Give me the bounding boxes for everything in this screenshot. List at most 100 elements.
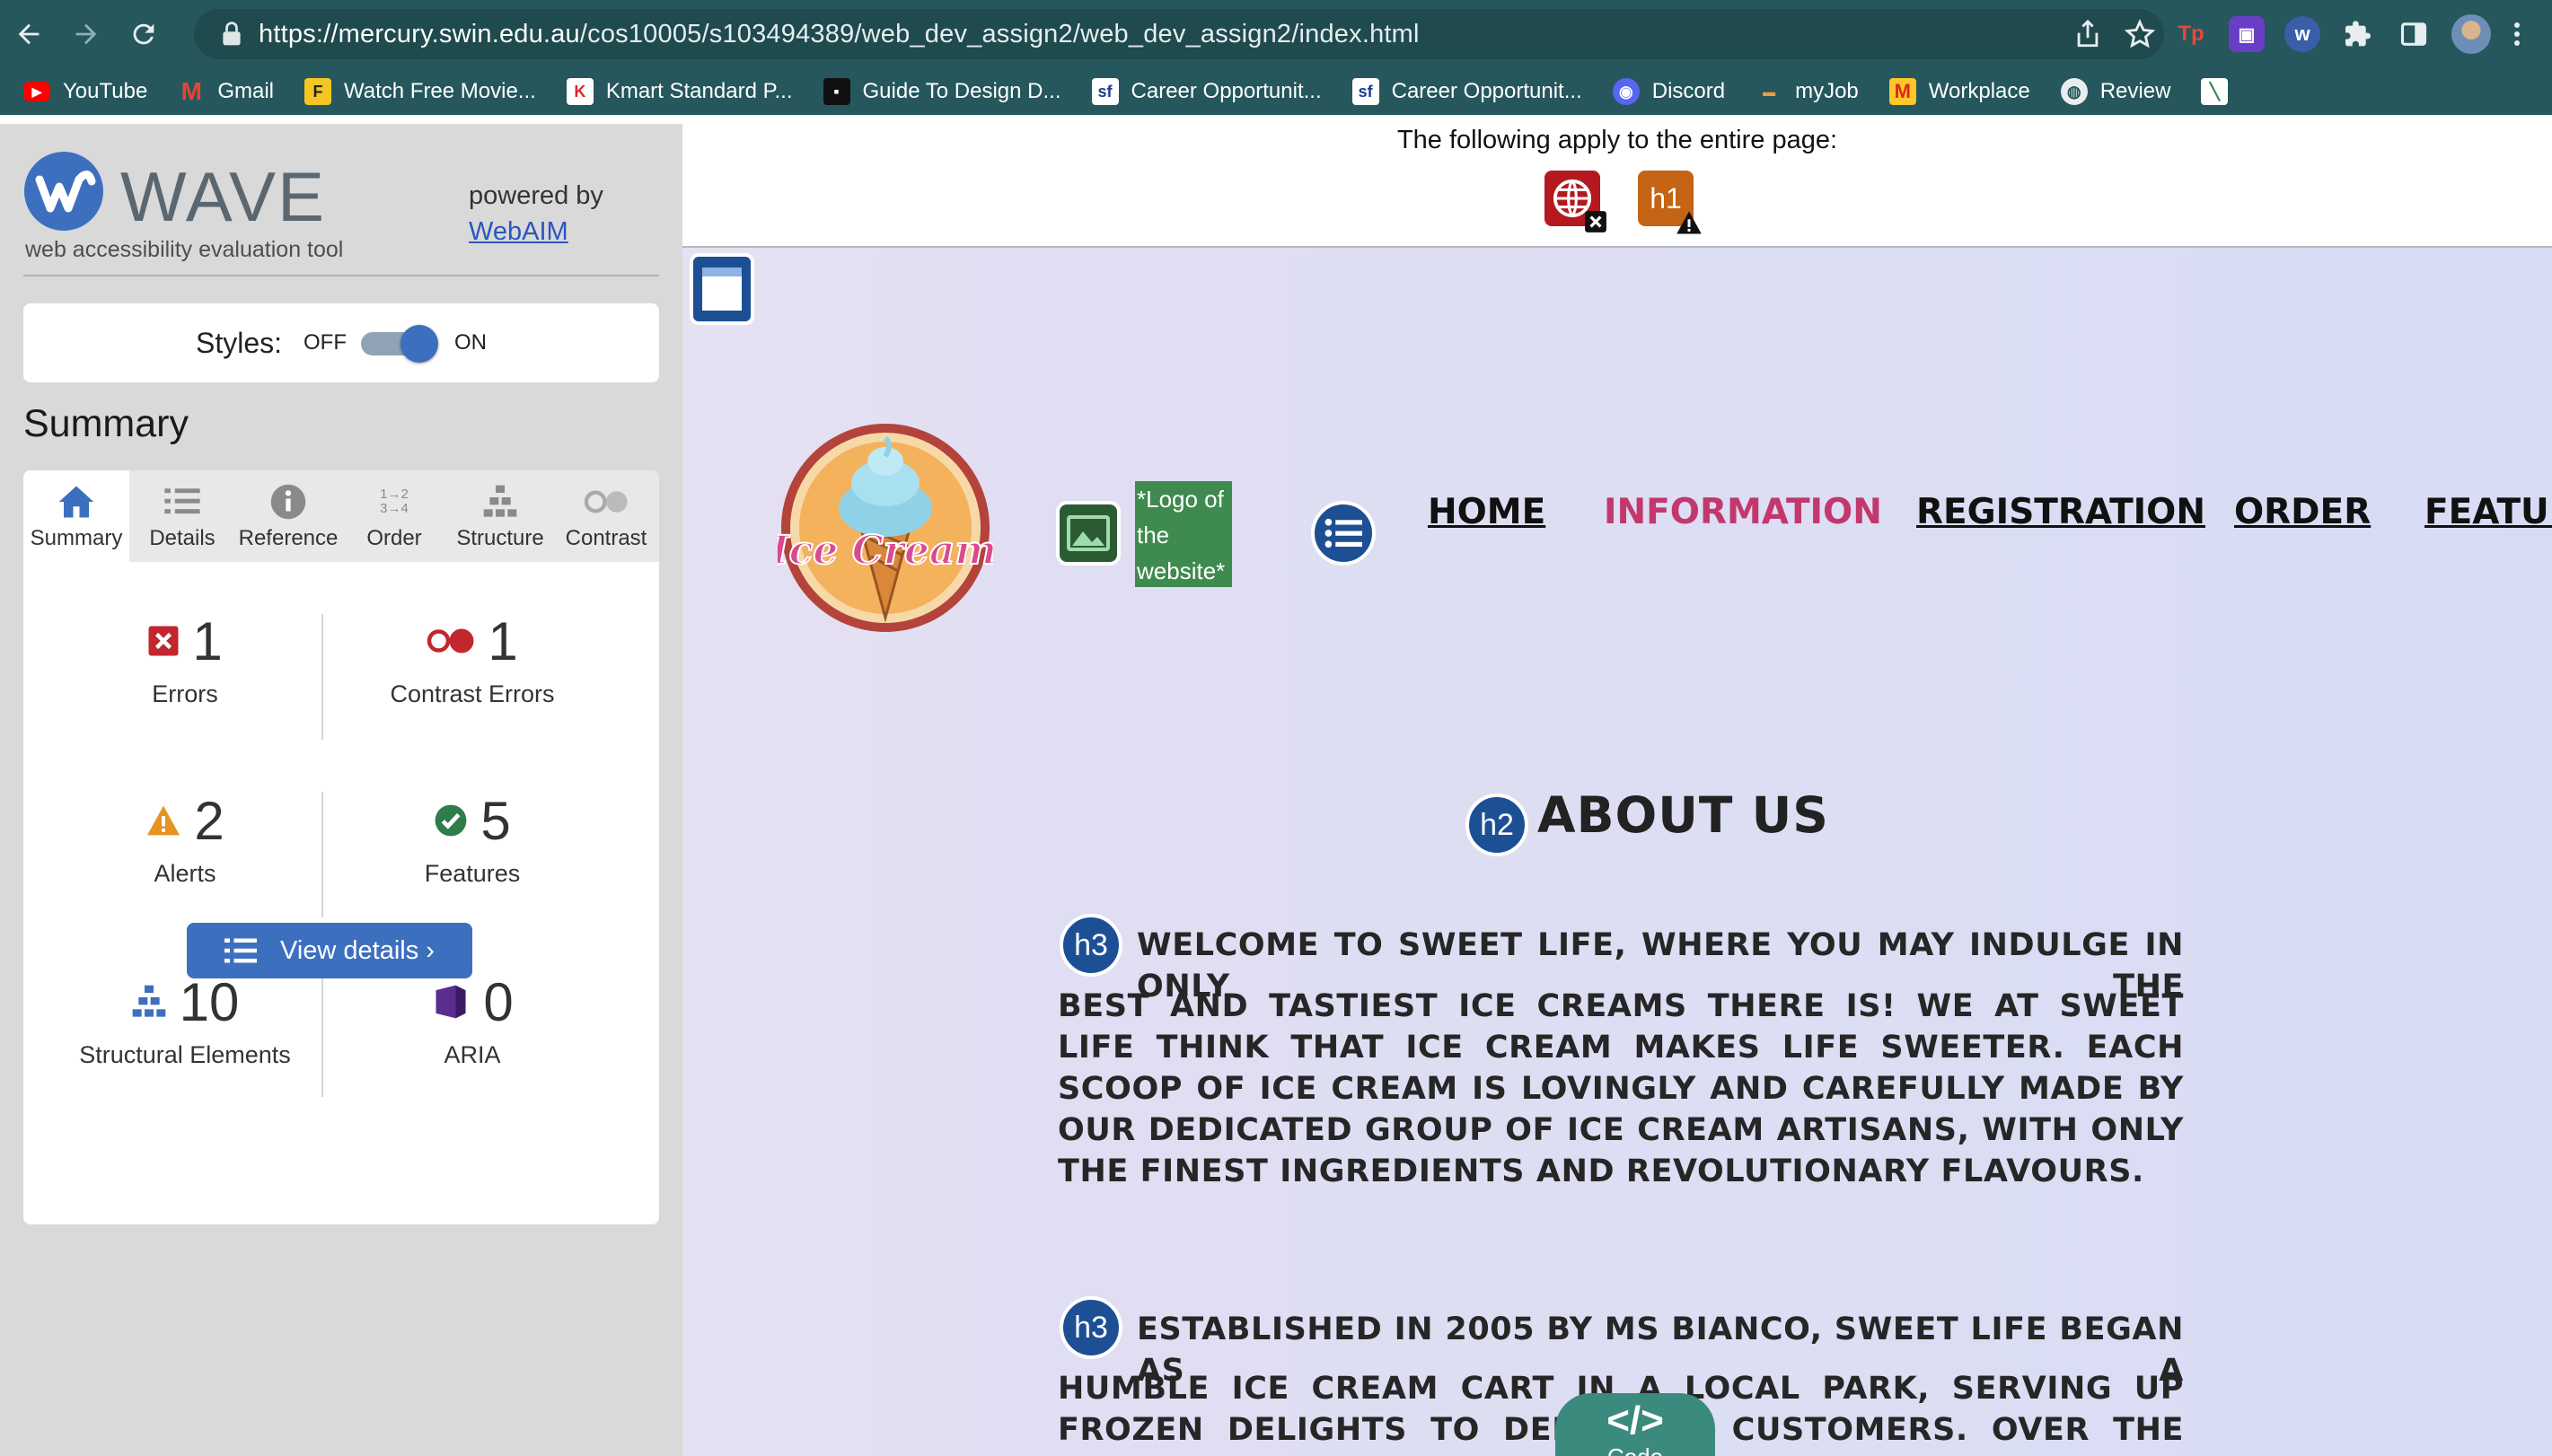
wave-sidebar: WAVE web accessibility evaluation tool p… [0,124,682,1456]
tab-contrast[interactable]: Contrast [553,470,659,562]
forward-arrow-icon [75,23,97,45]
address-bar[interactable]: https://mercury.swin.edu.au/cos10005/s10… [194,9,2164,59]
extensions-puzzle-icon[interactable] [2340,16,2376,52]
home-icon [57,481,95,522]
nav-registration[interactable]: REGISTRATION [1916,492,2205,532]
order-icon: 1→2 3→4 [380,487,409,516]
h3-icon[interactable]: h3 [1060,1296,1122,1359]
stat-contrast-errors[interactable]: 1 Contrast Errors [329,605,616,749]
code-icon: </> [1606,1399,1664,1443]
view-details-button[interactable]: View details › [187,923,472,978]
wave-logo-icon [24,152,103,231]
styles-toggle[interactable] [361,325,440,363]
stat-errors[interactable]: 1 Errors [41,605,329,749]
mcdonalds-icon: M [1888,78,1916,105]
bookmark-career-1[interactable]: sf Career Opportunit... [1091,78,1322,105]
tp-extension-icon[interactable]: Tp [2173,16,2209,52]
bookmark-myjob[interactable]: ▬ myJob [1756,78,1859,105]
summary-heading: Summary [23,402,189,445]
wave-extension-icon[interactable]: w [2284,16,2320,52]
page-level-annotations: The following apply to the entire page: … [682,115,2552,248]
wave-tabs: Summary Details Reference 1→2 3→4 Order [23,470,659,562]
chrome-menu-icon[interactable] [2511,16,2523,52]
h3-icon[interactable]: h3 [1060,914,1122,977]
bookmark-discord[interactable]: ◉ Discord [1612,78,1725,105]
wave-logo[interactable] [23,151,104,232]
missing-h1-alert-icon[interactable]: h1 [1638,171,1702,234]
bookmark-star-icon[interactable] [2125,19,2155,49]
list-icon [164,481,200,522]
powered-by-text: powered by [469,181,603,210]
document-structure-icon[interactable] [690,253,754,325]
forward-button[interactable] [57,0,115,68]
tab-order[interactable]: 1→2 3→4 Order [341,470,447,562]
tab-summary[interactable]: Summary [23,470,129,562]
contrast-error-icon [427,628,474,653]
details-list-icon [224,938,258,963]
ice-cream-logo: Ice Cream [778,424,993,632]
language-error-icon[interactable] [1544,171,1606,232]
kmart-icon: K [566,78,594,105]
discord-icon: ◉ [1612,78,1640,105]
reload-button[interactable] [115,0,172,68]
youtube-icon: ▶ [23,82,50,101]
styles-label: Styles: [195,326,283,359]
about-us-heading: ABOUT US [1537,786,1829,844]
stat-alerts[interactable]: 2 Alerts [41,785,329,928]
webaim-link[interactable]: WebAIM [469,217,568,246]
nav-features[interactable]: FEATUR [2424,492,2552,532]
nav-information[interactable]: INFORMATION [1604,492,1882,532]
share-icon[interactable] [2074,19,2101,49]
gmail-icon: M [180,77,202,105]
tab-structure[interactable]: Structure [447,470,553,562]
nav-home[interactable]: HOME [1428,492,1545,532]
side-panel-icon[interactable] [2396,16,2432,52]
divider [23,275,659,276]
h2-icon[interactable]: h2 [1465,794,1528,856]
bookmark-workplace[interactable]: M Workplace [1888,78,2030,105]
wave-title: WAVE [120,157,327,236]
bookmark-extra[interactable]: ╲ [2201,78,2240,105]
image-alt-icon[interactable] [1056,501,1121,566]
code-panel-toggle[interactable]: </> Code [1555,1393,1715,1456]
stat-aria[interactable]: 0 ARIA [329,966,616,1110]
evaluated-page: The following apply to the entire page: … [682,115,2552,1456]
info-icon [269,481,307,522]
bookmark-watch-free-movies[interactable]: F Watch Free Movie... [304,78,536,105]
image-alt-text: *Logo of the website* [1135,481,1232,587]
bookmark-youtube[interactable]: ▶ YouTube [23,79,147,104]
podcast-extension-icon[interactable]: ▣ [2229,16,2265,52]
styles-toggle-box: Styles: OFF ON [23,303,659,382]
summary-panel: Summary Details Reference 1→2 3→4 Order [23,470,659,1224]
url-text[interactable]: https://mercury.swin.edu.au/cos10005/s10… [259,20,1420,49]
nav-order[interactable]: ORDER [2234,492,2371,532]
lock-icon[interactable] [214,22,250,47]
bookmark-gmail[interactable]: M Gmail [178,77,274,105]
alert-icon [147,805,180,836]
stat-features[interactable]: 5 Features [329,785,616,928]
bookmarks-bar: ▶ YouTube M Gmail F Watch Free Movie... K Km… [0,68,2552,115]
wave-subtitle: web accessibility evaluation tool [25,237,344,262]
bookmark-career-2[interactable]: sf Career Opportunit... [1351,78,1582,105]
tab-details[interactable]: Details [129,470,235,562]
movie-site-icon: F [304,78,331,105]
stat-structural-elements[interactable]: 10 Structural Elements [41,966,329,1110]
unordered-list-icon[interactable] [1311,501,1376,566]
profile-avatar[interactable] [2451,14,2491,54]
career-site-icon: sf [1351,78,1379,105]
about-paragraph-1: BEST AND TASTIEST ICE CREAMS THERE IS! W… [1058,988,2184,1189]
bookmark-guide-to-design[interactable]: ▪ Guide To Design D... [823,78,1061,105]
sheet-icon: ╲ [2201,78,2229,105]
bookmark-kmart[interactable]: K Kmart Standard P... [566,78,793,105]
globe-icon: ◍ [2060,78,2088,105]
myjob-icon: ▬ [1763,84,1776,99]
back-button[interactable] [0,0,57,68]
tab-reference[interactable]: Reference [235,470,341,562]
powered-by: powered by WebAIM [469,178,603,250]
contrast-icon [584,481,629,522]
feature-check-icon [435,804,467,837]
bookmark-review[interactable]: ◍ Review [2060,78,2170,105]
back-arrow-icon [18,23,40,45]
aria-cube-icon [436,985,466,1019]
styles-off-label: OFF [304,330,348,355]
